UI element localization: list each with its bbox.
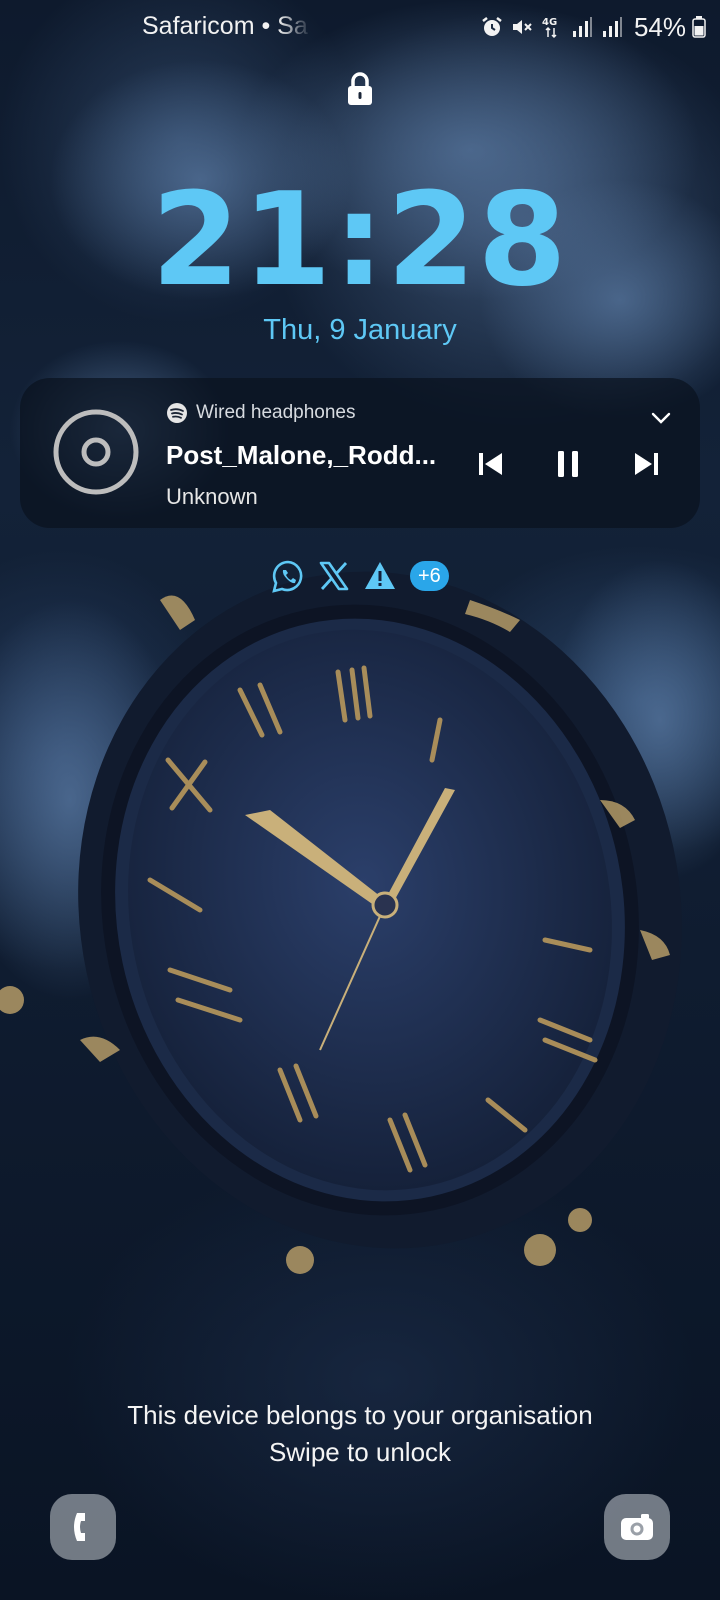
signal-icon xyxy=(572,17,592,37)
notification-icons[interactable]: +6 xyxy=(270,556,449,596)
organisation-message: This device belongs to your organisation xyxy=(127,1400,593,1430)
media-player-card[interactable]: Wired headphones Post_Malone,_Rodd... Un… xyxy=(20,378,700,528)
svg-text:4G: 4G xyxy=(542,17,557,28)
album-art-placeholder xyxy=(53,409,139,495)
x-icon xyxy=(319,561,349,591)
warning-icon xyxy=(365,562,395,589)
pause-icon[interactable] xyxy=(550,446,586,482)
lock-icon[interactable] xyxy=(346,72,374,106)
mute-icon xyxy=(512,20,532,34)
phone-icon xyxy=(74,1513,85,1541)
more-notifications-badge: +6 xyxy=(410,561,449,591)
phone-shortcut-button[interactable] xyxy=(50,1494,116,1560)
next-icon[interactable] xyxy=(629,446,665,482)
camera-icon xyxy=(621,1514,653,1540)
spotify-icon xyxy=(167,403,187,423)
battery-icon xyxy=(692,16,706,38)
alarm-icon xyxy=(482,17,502,36)
swipe-to-unlock-hint: Swipe to unlock xyxy=(268,1437,452,1467)
4g-icon: 4G xyxy=(542,17,557,39)
camera-shortcut-button[interactable] xyxy=(604,1494,670,1560)
signal-icon xyxy=(602,17,622,37)
output-device-label: Wired headphones xyxy=(196,402,356,423)
battery-percentage: 54% xyxy=(633,11,686,42)
track-title: Post_Malone,_Rodd... xyxy=(166,440,437,470)
status-bar: Safaricom • Sa 4G 54% xyxy=(0,8,720,46)
whatsapp-icon xyxy=(272,560,303,593)
media-output-source[interactable]: Wired headphones xyxy=(166,402,356,424)
lock-screen-clock: 21:28 xyxy=(151,166,569,315)
lock-screen-date: Thu, 9 January xyxy=(263,314,457,346)
status-icons: 4G 54% xyxy=(480,10,706,44)
track-artist: Unknown xyxy=(166,484,258,509)
chevron-down-icon[interactable] xyxy=(648,408,674,428)
carrier-name: Safaricom • Sa xyxy=(142,12,308,40)
previous-icon[interactable] xyxy=(472,446,508,482)
